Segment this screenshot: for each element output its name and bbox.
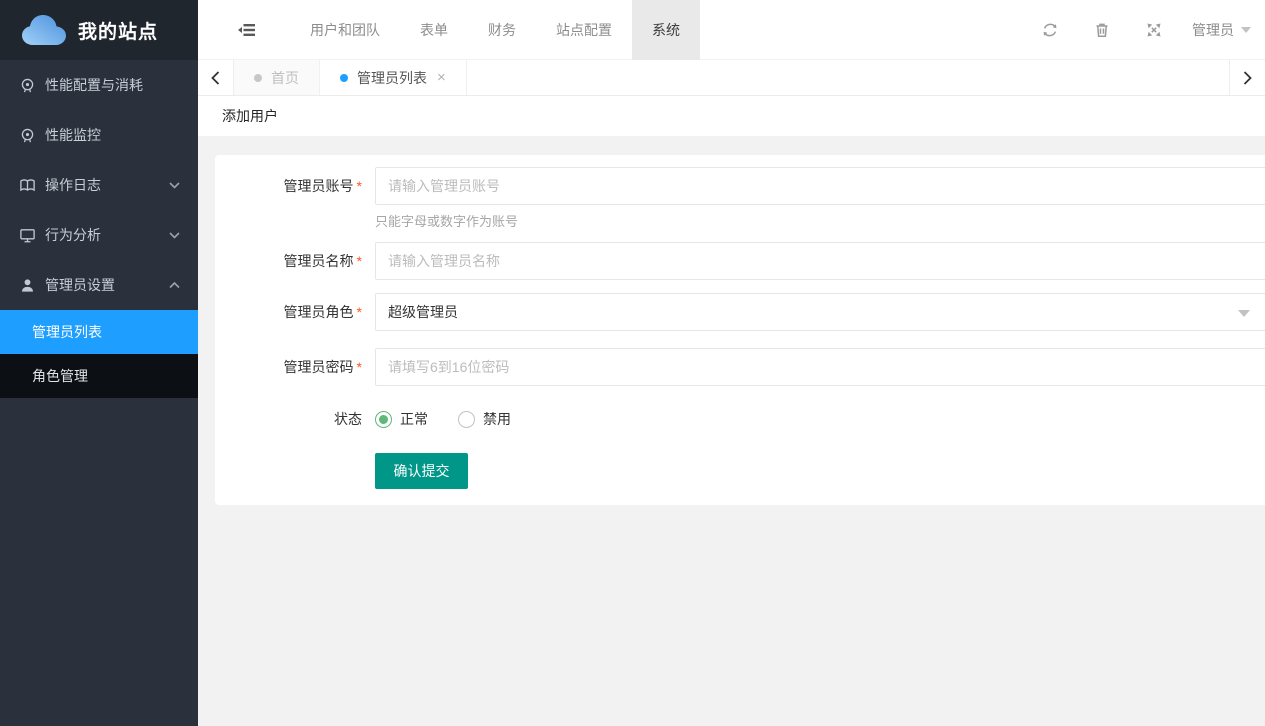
form-row-submit: 确认提交 [215,453,1265,489]
admin-name-input[interactable] [375,242,1265,280]
sidebar-collapse-icon[interactable] [232,0,260,60]
refresh-icon[interactable] [1042,22,1058,38]
admin-role-select[interactable]: 超级管理员 [375,293,1265,331]
sidebar-item-admin-settings[interactable]: 管理员设置 [0,260,198,310]
admin-settings-submenu: 管理员列表 角色管理 [0,310,198,398]
tab-status-dot [254,74,262,82]
form-row-role: 管理员角色* 超级管理员 [215,293,1265,331]
status-radio-normal[interactable]: 正常 [375,409,428,429]
form-row-account: 管理员账号* [215,167,1265,205]
required-asterisk: * [357,253,362,269]
chevron-down-icon [169,232,180,239]
sidebar-item-performance-monitor[interactable]: 性能监控 [0,110,198,160]
site-name: 我的站点 [78,17,158,44]
tab-close-icon[interactable]: × [437,70,446,85]
required-asterisk: * [357,359,362,375]
sidebar-item-label: 操作日志 [45,175,101,195]
admin-password-input[interactable] [375,348,1265,386]
sidebar-subitem-label: 角色管理 [32,366,88,386]
user-menu[interactable]: 管理员 [1192,20,1251,40]
top-nav-forms[interactable]: 表单 [400,0,468,60]
page-tabbar: 首页 管理员列表 × [198,60,1265,96]
sidebar-subitem-label: 管理员列表 [32,322,102,342]
form-row-name: 管理员名称* [215,242,1265,280]
field-label: 管理员角色* [215,302,375,322]
sidebar-subitem-role-management[interactable]: 角色管理 [0,354,198,398]
radio-label: 正常 [400,409,428,429]
form-row-status: 状态 正常 禁用 [215,400,1265,438]
page-toolbar: 添加用户 [198,96,1265,136]
chevron-down-icon [169,182,180,189]
add-user-form-card: 管理员账号* 只能字母或数字作为账号 管理员名称* 管理员角色* 超级管理员 [215,155,1265,505]
tab-status-dot [340,74,348,82]
field-label: 管理员密码* [215,357,375,377]
top-nav-system[interactable]: 系统 [632,0,700,60]
status-radio-disabled[interactable]: 禁用 [458,409,511,429]
book-icon [18,176,36,194]
site-logo[interactable]: 我的站点 [0,0,198,60]
monitor-icon [18,226,36,244]
tab-home[interactable]: 首页 [234,60,320,95]
account-help-text: 只能字母或数字作为账号 [375,213,1265,230]
tab-scroll-right-icon[interactable] [1229,60,1265,95]
broadcast-icon [18,126,36,144]
content-area: 管理员账号* 只能字母或数字作为账号 管理员名称* 管理员角色* 超级管理员 [198,136,1265,726]
admin-account-input[interactable] [375,167,1265,205]
form-row-password: 管理员密码* [215,348,1265,386]
sidebar-item-performance-config[interactable]: 性能配置与消耗 [0,60,198,110]
status-radio-group: 正常 禁用 [375,409,541,429]
top-header: 用户和团队 表单 财务 站点配置 系统 [198,0,1265,60]
radio-label: 禁用 [483,409,511,429]
sidebar-item-label: 管理员设置 [45,275,115,295]
user-name-label: 管理员 [1192,20,1234,40]
user-icon [18,276,36,294]
sidebar-item-label: 行为分析 [45,225,101,245]
select-dropdown-icon [1238,310,1250,323]
sidebar: 我的站点 性能配置与消耗 性能监控 操作日志 行为分析 [0,0,198,726]
field-label: 管理员名称* [215,251,375,271]
tab-scroll-left-icon[interactable] [198,60,234,95]
submit-button[interactable]: 确认提交 [375,453,468,489]
field-label: 状态 [215,409,375,429]
tab-label: 首页 [271,68,299,88]
sidebar-subitem-admin-list[interactable]: 管理员列表 [0,310,198,354]
sidebar-item-behavior-analysis[interactable]: 行为分析 [0,210,198,260]
field-label: 管理员账号* [215,176,375,196]
trash-icon[interactable] [1094,22,1110,38]
radio-unchecked-icon [458,411,475,428]
required-asterisk: * [357,178,362,194]
top-nav: 用户和团队 表单 财务 站点配置 系统 [290,0,700,60]
broadcast-icon [18,76,36,94]
header-actions: 管理员 [1006,0,1265,60]
top-nav-users-teams[interactable]: 用户和团队 [290,0,400,60]
cloud-logo-icon [20,13,68,47]
selected-role-value: 超级管理员 [388,302,458,322]
sidebar-item-label: 性能监控 [45,125,101,145]
main-area: 用户和团队 表单 财务 站点配置 系统 [198,0,1265,726]
top-nav-finance[interactable]: 财务 [468,0,536,60]
required-asterisk: * [357,304,362,320]
tab-admin-list[interactable]: 管理员列表 × [320,60,467,95]
sidebar-item-operation-log[interactable]: 操作日志 [0,160,198,210]
top-nav-site-config[interactable]: 站点配置 [536,0,632,60]
caret-down-icon [1241,27,1251,38]
sidebar-item-label: 性能配置与消耗 [45,75,143,95]
chevron-up-icon [169,282,180,289]
fullscreen-icon[interactable] [1146,22,1162,38]
page-title: 添加用户 [222,108,278,124]
tab-label: 管理员列表 [357,68,427,88]
radio-checked-icon [375,411,392,428]
